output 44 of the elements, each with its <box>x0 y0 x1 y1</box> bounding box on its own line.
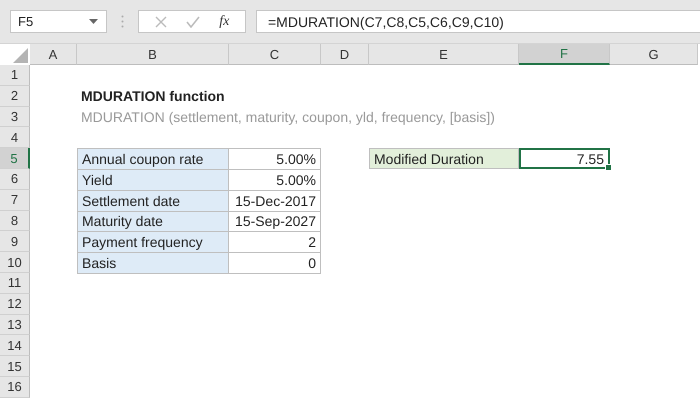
column-header[interactable]: E <box>369 44 519 65</box>
checkmark-icon[interactable] <box>186 16 200 28</box>
label-cell: Maturity date <box>77 210 229 232</box>
row-header[interactable]: 12 <box>0 294 30 315</box>
formula-input[interactable]: =MDURATION(C7,C8,C5,C6,C9,C10) <box>256 10 700 33</box>
result-label-cell: Modified Duration <box>369 148 519 169</box>
column-header[interactable]: G <box>610 44 698 65</box>
grip-dots-icon <box>121 15 124 28</box>
column-header[interactable]: F <box>519 44 610 65</box>
label-cell: Payment frequency <box>77 231 229 254</box>
value-cell: 5.00% <box>229 148 321 170</box>
row-header[interactable]: 14 <box>0 335 30 356</box>
syntax-text: MDURATION (settlement, maturity, coupon, yld, frequency, [basis]) <box>80 108 496 127</box>
row-header[interactable]: 10 <box>0 252 30 273</box>
row-header[interactable]: 7 <box>0 190 30 211</box>
row-header[interactable]: 2 <box>0 86 30 107</box>
column-header[interactable]: C <box>229 44 321 65</box>
label-cell: Settlement date <box>77 190 229 212</box>
label-cell: Yield <box>77 168 229 191</box>
row-header[interactable]: 6 <box>0 168 30 190</box>
column-header[interactable]: A <box>30 44 77 65</box>
row-header[interactable]: 15 <box>0 356 30 377</box>
row-header[interactable]: 16 <box>0 376 30 398</box>
row-header[interactable]: 13 <box>0 314 30 336</box>
row-header[interactable]: 1 <box>0 65 30 86</box>
row-header[interactable]: 3 <box>0 106 30 128</box>
select-all-icon[interactable] <box>13 48 28 63</box>
insert-function-button[interactable]: fx <box>219 14 230 30</box>
row-header[interactable]: 4 <box>0 127 30 148</box>
column-header[interactable]: B <box>77 44 229 65</box>
dropdown-caret-icon[interactable] <box>89 19 98 24</box>
name-box[interactable]: F5 <box>10 10 107 33</box>
result-value-cell: 7.55 <box>519 148 610 169</box>
label-cell: Annual coupon rate <box>77 148 229 170</box>
value-cell: 0 <box>229 252 321 274</box>
fill-handle[interactable] <box>605 164 612 171</box>
row-header[interactable]: 5 <box>0 148 30 169</box>
cancel-icon[interactable] <box>154 16 167 28</box>
row-header[interactable]: 8 <box>0 210 30 232</box>
row-header[interactable]: 9 <box>0 231 30 252</box>
sheet-title: MDURATION function <box>80 87 226 106</box>
column-header[interactable]: D <box>321 44 369 65</box>
label-cell: Basis <box>77 252 229 274</box>
row-header[interactable]: 11 <box>0 272 30 294</box>
